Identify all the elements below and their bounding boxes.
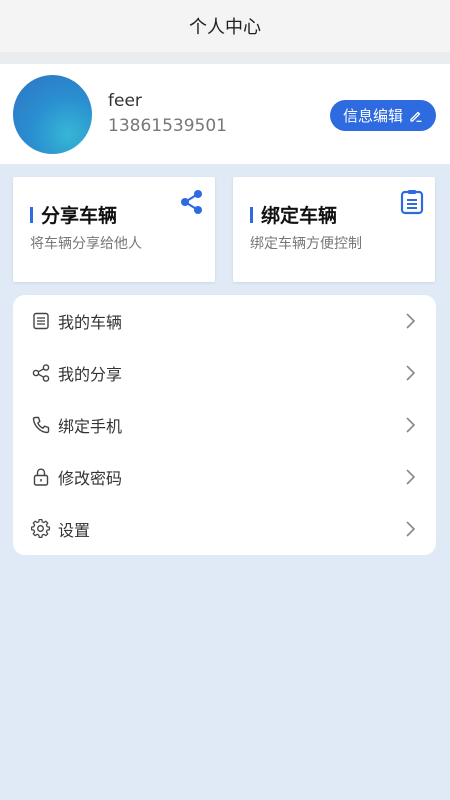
header: 个人中心 [0,0,450,52]
share-vehicle-title: 分享车辆 [41,205,118,227]
share-icon [181,190,202,214]
header-divider [0,52,450,64]
share-vehicle-card[interactable]: 分享车辆 将车辆分享给他人 [13,177,215,282]
edit-profile-button[interactable]: 信息编辑 [330,100,436,131]
accent-bar [250,207,253,223]
share-icon [32,364,50,382]
user-phone: 13861539501 [108,116,227,136]
phone-icon [32,416,50,434]
page-title: 个人中心 [189,17,261,38]
bind-vehicle-card[interactable]: 绑定车辆 绑定车辆方便控制 [233,177,435,282]
menu-item-label: 我的车辆 [58,313,123,332]
chevron-right-icon [406,365,416,381]
accent-bar [30,207,33,223]
menu-item-my-shares[interactable]: 我的分享 [13,347,436,399]
menu-item-my-vehicles[interactable]: 我的车辆 [13,295,436,347]
lock-icon [33,468,49,486]
bind-vehicle-title: 绑定车辆 [261,205,338,227]
menu-item-label: 我的分享 [58,365,123,384]
bind-vehicle-subtitle: 绑定车辆方便控制 [250,236,362,252]
chevron-right-icon [406,417,416,433]
menu-item-change-password[interactable]: 修改密码 [13,451,436,503]
menu-item-label: 修改密码 [58,469,123,488]
menu-item-label: 绑定手机 [58,417,123,436]
user-name: feer [108,91,142,111]
chevron-right-icon [406,521,416,537]
chevron-right-icon [406,469,416,485]
avatar[interactable] [13,75,92,154]
share-vehicle-subtitle: 将车辆分享给他人 [30,236,142,252]
list-icon [33,312,49,330]
menu-item-label: 设置 [58,521,91,540]
menu-item-bind-phone[interactable]: 绑定手机 [13,399,436,451]
chevron-right-icon [406,313,416,329]
pencil-icon [410,111,422,122]
clipboard-icon [400,190,424,215]
profile-section: feer 13861539501 信息编辑 [0,64,450,164]
edit-profile-label: 信息编辑 [342,107,403,125]
menu-item-settings[interactable]: 设置 [13,503,436,555]
menu-list: 我的车辆 我的分享 绑定手机 修改密码 设置 [13,295,436,555]
gear-icon [31,519,51,538]
